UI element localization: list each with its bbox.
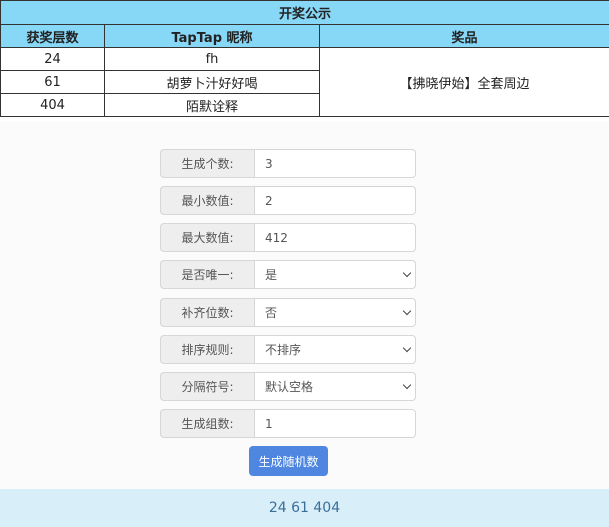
nickname-cell: 胡萝卜汁好好喝 <box>104 70 320 94</box>
max-row: 最大数值: 412 <box>160 223 416 252</box>
table-row: 24 fh 【拂晓伊始】全套周边 <box>0 47 609 117</box>
chevron-down-icon <box>402 380 412 390</box>
prize-cell: 【拂晓伊始】全套周边 <box>319 47 609 117</box>
min-input[interactable]: 2 <box>254 186 416 215</box>
separator-label: 分隔符号: <box>160 372 254 401</box>
header-prize: 奖品 <box>319 24 609 48</box>
separator-row: 分隔符号: 默认空格 <box>160 372 416 401</box>
unique-row: 是否唯一: 是 <box>160 260 416 289</box>
chevron-down-icon <box>402 306 412 316</box>
unique-select[interactable]: 是 <box>254 260 416 289</box>
padding-label: 补齐位数: <box>160 298 254 327</box>
generate-button[interactable]: 生成随机数 <box>249 446 328 476</box>
sort-row: 排序规则: 不排序 <box>160 335 416 364</box>
sort-label: 排序规则: <box>160 335 254 364</box>
result-output: 24 61 404 <box>0 489 609 527</box>
sort-select-value: 不排序 <box>265 343 302 357</box>
max-input[interactable]: 412 <box>254 223 416 252</box>
header-nickname: TapTap 昵称 <box>104 24 320 48</box>
count-input[interactable]: 3 <box>254 149 416 178</box>
padding-select[interactable]: 否 <box>254 298 416 327</box>
groups-label: 生成组数: <box>160 409 254 438</box>
count-row: 生成个数: 3 <box>160 149 416 178</box>
header-floor: 获奖层数 <box>0 24 105 48</box>
table-title: 开奖公示 <box>0 0 609 25</box>
separator-select[interactable]: 默认空格 <box>254 372 416 401</box>
sort-select[interactable]: 不排序 <box>254 335 416 364</box>
min-label: 最小数值: <box>160 186 254 215</box>
chevron-down-icon <box>402 268 412 278</box>
unique-label: 是否唯一: <box>160 260 254 289</box>
nickname-cell: fh <box>104 47 320 71</box>
groups-input[interactable]: 1 <box>254 409 416 438</box>
floor-cell: 61 <box>0 70 105 94</box>
groups-row: 生成组数: 1 <box>160 409 416 438</box>
floor-cell: 404 <box>0 93 105 117</box>
padding-select-value: 否 <box>265 306 278 320</box>
floor-cell: 24 <box>0 47 105 71</box>
results-table: 开奖公示 获奖层数 TapTap 昵称 奖品 24 fh 【拂晓伊始】全套周边 … <box>0 0 609 117</box>
max-label: 最大数值: <box>160 223 254 252</box>
unique-select-value: 是 <box>265 268 278 282</box>
padding-row: 补齐位数: 否 <box>160 298 416 327</box>
chevron-down-icon <box>402 343 412 353</box>
count-label: 生成个数: <box>160 149 254 178</box>
separator-select-value: 默认空格 <box>265 380 314 394</box>
nickname-cell: 陌默诠释 <box>104 93 320 117</box>
min-row: 最小数值: 2 <box>160 186 416 215</box>
